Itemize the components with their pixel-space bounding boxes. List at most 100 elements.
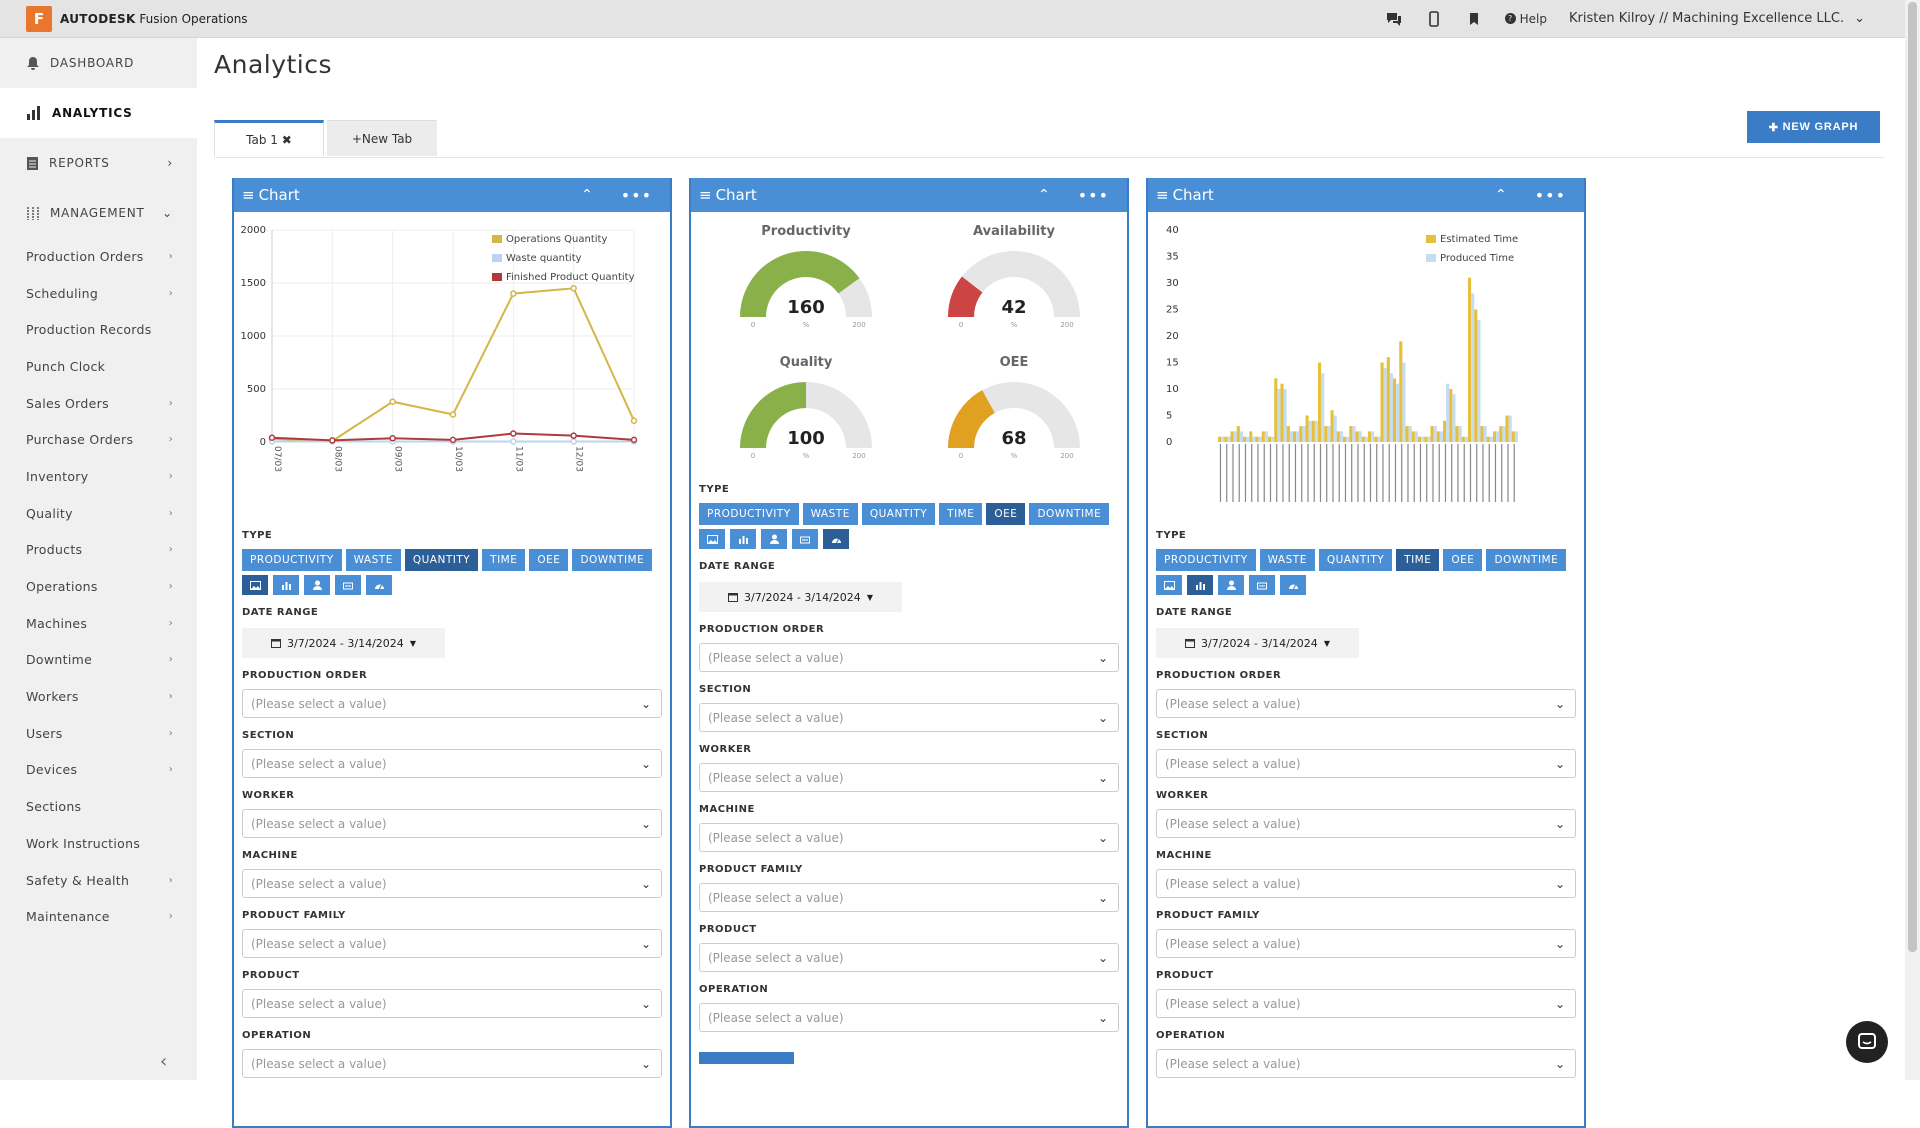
bar-produced[interactable]	[1289, 431, 1293, 442]
sidebar-item-workers[interactable]: Workers ›	[0, 678, 197, 715]
product-select[interactable]: (Please select a value) ⌄	[1156, 989, 1576, 1018]
bar-estimated[interactable]	[1449, 389, 1453, 442]
bar-produced[interactable]	[1364, 436, 1368, 442]
bar-produced[interactable]	[1458, 426, 1462, 442]
sidebar-item-sales-orders[interactable]: Sales Orders ›	[0, 385, 197, 422]
bar-estimated[interactable]	[1336, 431, 1340, 442]
product-family-select[interactable]: (Please select a value) ⌄	[242, 929, 662, 958]
type-button-time[interactable]: TIME	[482, 549, 526, 571]
bar-estimated[interactable]	[1443, 420, 1447, 442]
bar-produced[interactable]	[1421, 436, 1425, 442]
bookmark-icon[interactable]	[1465, 10, 1483, 28]
bar-estimated[interactable]	[1411, 431, 1415, 442]
bar-estimated[interactable]	[1280, 383, 1284, 442]
bar-produced[interactable]	[1502, 426, 1506, 442]
production-order-select[interactable]: (Please select a value) ⌄	[699, 643, 1119, 672]
bar-estimated[interactable]	[1486, 436, 1490, 442]
collapse-sidebar-icon[interactable]: ‹	[160, 1051, 167, 1072]
chevron-up-icon[interactable]: ⌃	[581, 187, 593, 203]
sidebar-item-punch-clock[interactable]: Punch Clock	[0, 348, 197, 385]
product-select[interactable]: (Please select a value) ⌄	[242, 989, 662, 1018]
bar-estimated[interactable]	[1361, 436, 1365, 442]
type-button-quantity[interactable]: QUANTITY	[404, 549, 479, 571]
type-button-quantity[interactable]: QUANTITY	[1318, 549, 1393, 571]
chevron-up-icon[interactable]: ⌃	[1495, 187, 1507, 203]
bar-produced[interactable]	[1239, 431, 1243, 442]
sidebar-reports[interactable]: REPORTS ›	[0, 138, 197, 188]
worker-select[interactable]: (Please select a value) ⌄	[242, 809, 662, 838]
bar-estimated[interactable]	[1268, 436, 1272, 442]
gauge-button[interactable]	[823, 529, 849, 549]
bar-produced[interactable]	[1371, 431, 1375, 442]
machine-select[interactable]: (Please select a value) ⌄	[699, 823, 1119, 852]
type-button-downtime[interactable]: DOWNTIME	[572, 549, 653, 571]
data-point[interactable]	[449, 436, 457, 444]
bar-produced[interactable]	[1483, 426, 1487, 442]
bar-estimated[interactable]	[1424, 436, 1428, 442]
bar-estimated[interactable]	[1324, 426, 1328, 442]
type-button-productivity[interactable]: PRODUCTIVITY	[242, 549, 342, 571]
operation-select[interactable]: (Please select a value) ⌄	[699, 1003, 1119, 1032]
type-button-waste[interactable]: WASTE	[802, 503, 858, 525]
date-range-picker[interactable]: 3/7/2024 - 3/14/2024 ▼	[1156, 628, 1359, 658]
legend-label[interactable]: Produced Time	[1440, 253, 1514, 264]
sidebar-item-scheduling[interactable]: Scheduling ›	[0, 275, 197, 312]
user-button[interactable]	[1218, 575, 1244, 595]
product-select[interactable]: (Please select a value) ⌄	[699, 943, 1119, 972]
gauge-button[interactable]	[366, 575, 392, 595]
bar-estimated[interactable]	[1261, 431, 1265, 442]
sidebar-dashboard[interactable]: DASHBOARD	[0, 38, 197, 88]
bar-produced[interactable]	[1389, 373, 1393, 442]
bar-estimated[interactable]	[1349, 426, 1353, 442]
bar-estimated[interactable]	[1399, 341, 1403, 442]
bar-estimated[interactable]	[1461, 436, 1465, 442]
sidebar-item-inventory[interactable]: Inventory ›	[0, 458, 197, 495]
bar-estimated[interactable]	[1255, 436, 1259, 442]
chevron-up-icon[interactable]: ⌃	[1038, 187, 1050, 203]
bar-produced[interactable]	[1283, 389, 1287, 442]
bar-produced[interactable]	[1414, 431, 1418, 442]
bar-estimated[interactable]	[1386, 357, 1390, 442]
type-button-waste[interactable]: WASTE	[1259, 549, 1315, 571]
data-point[interactable]	[389, 435, 396, 442]
production-order-select[interactable]: (Please select a value) ⌄	[242, 689, 662, 718]
sidebar-management[interactable]: MANAGEMENT ⌄	[0, 188, 197, 238]
bar-produced[interactable]	[1314, 420, 1318, 442]
type-button-productivity[interactable]: PRODUCTIVITY	[699, 503, 799, 525]
bar-produced[interactable]	[1327, 426, 1331, 442]
tab-1[interactable]: Tab 1 ✖	[214, 120, 324, 156]
more-options-icon[interactable]: •••	[1535, 186, 1566, 205]
bar-estimated[interactable]	[1355, 431, 1359, 442]
bar-estimated[interactable]	[1511, 431, 1515, 442]
bar-estimated[interactable]	[1286, 426, 1290, 442]
data-point[interactable]	[389, 398, 396, 405]
data-point[interactable]	[268, 434, 276, 442]
bar-estimated[interactable]	[1318, 362, 1322, 443]
bar-produced[interactable]	[1433, 426, 1437, 442]
sidebar-item-maintenance[interactable]: Maintenance ›	[0, 898, 197, 935]
bar-produced[interactable]	[1377, 436, 1381, 442]
sidebar-item-sections[interactable]: Sections	[0, 788, 197, 825]
chat-icon[interactable]	[1385, 10, 1403, 28]
data-point[interactable]	[630, 436, 638, 444]
bar-produced[interactable]	[1489, 436, 1493, 442]
bar-estimated[interactable]	[1305, 415, 1309, 443]
close-icon[interactable]: ✖	[282, 133, 292, 147]
bar-produced[interactable]	[1339, 431, 1343, 442]
legend-label[interactable]: Waste quantity	[506, 253, 582, 264]
machine-button[interactable]	[792, 529, 818, 549]
sidebar-analytics[interactable]: ANALYTICS	[0, 88, 197, 138]
legend-label[interactable]: Estimated Time	[1440, 234, 1518, 245]
sidebar-item-machines[interactable]: Machines ›	[0, 605, 197, 642]
type-button-downtime[interactable]: DOWNTIME	[1029, 503, 1110, 525]
bar-estimated[interactable]	[1393, 378, 1397, 442]
bar-produced[interactable]	[1396, 383, 1400, 442]
section-select[interactable]: (Please select a value) ⌄	[242, 749, 662, 778]
date-range-picker[interactable]: 3/7/2024 - 3/14/2024 ▼	[242, 628, 445, 658]
scrollbar-thumb[interactable]	[1908, 2, 1917, 952]
sidebar-item-production-orders[interactable]: Production Orders ›	[0, 238, 197, 275]
bar-estimated[interactable]	[1480, 426, 1484, 442]
worker-select[interactable]: (Please select a value) ⌄	[699, 763, 1119, 792]
new-tab-button[interactable]: +New Tab	[327, 120, 437, 156]
product-family-select[interactable]: (Please select a value) ⌄	[1156, 929, 1576, 958]
